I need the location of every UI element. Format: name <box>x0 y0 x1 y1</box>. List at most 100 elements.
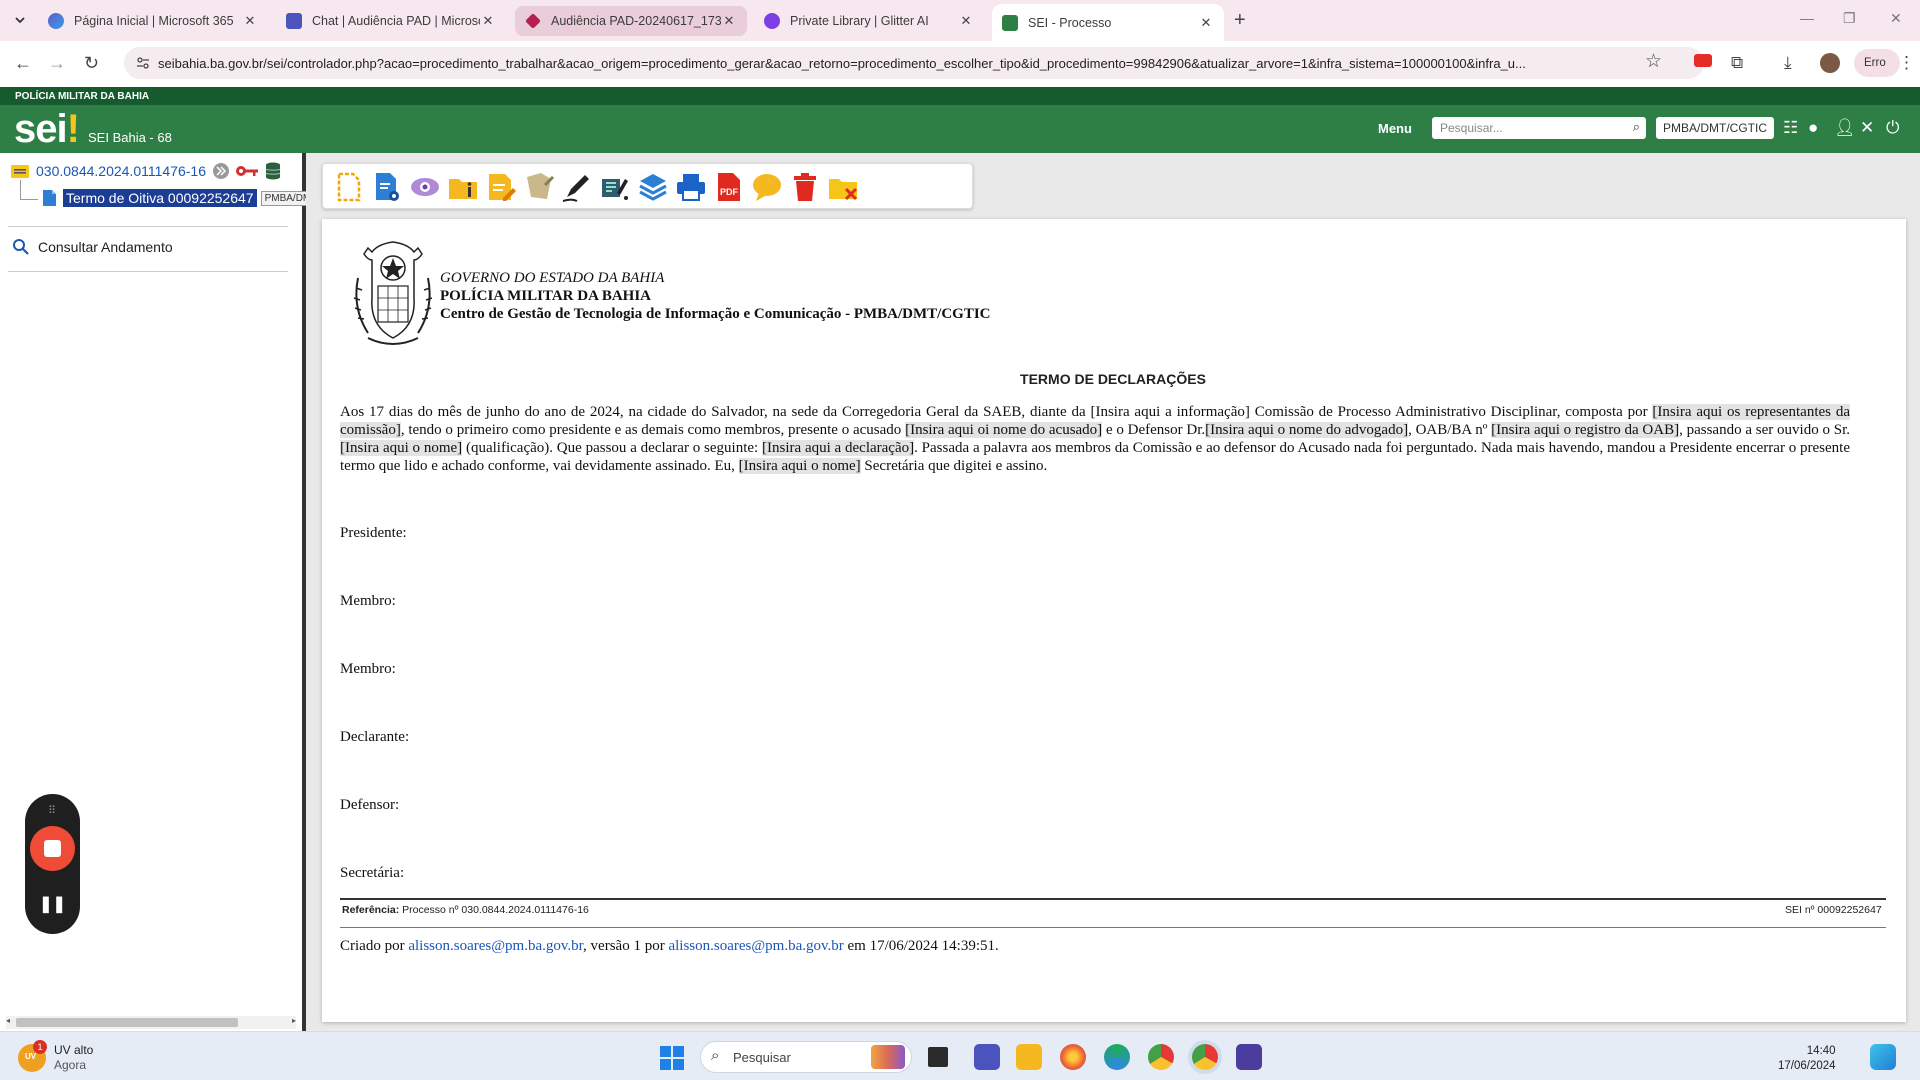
power-icon[interactable]: ⏻ <box>1886 118 1899 138</box>
windows-start-icon[interactable] <box>660 1046 684 1070</box>
signature-pen-icon[interactable] <box>561 171 593 203</box>
notification-badge: 1 <box>33 1040 47 1054</box>
minimize-icon[interactable]: — <box>1800 10 1814 26</box>
chrome-icon[interactable] <box>1148 1044 1174 1070</box>
close-folder-icon[interactable] <box>827 171 859 203</box>
url-text: seibahia.ba.gov.br/sei/controlador.php?a… <box>158 55 1526 71</box>
copilot-icon[interactable] <box>1870 1044 1896 1070</box>
new-document-icon[interactable] <box>333 171 365 203</box>
close-window-icon[interactable]: ✕ <box>1890 10 1902 27</box>
browser-tab-microsoft365[interactable]: Página Inicial | Microsoft 365 ✕ <box>38 6 268 36</box>
placeholder-field[interactable]: [Insira aqui oi nome do acusado] <box>905 422 1103 438</box>
document-title: TERMO DE DECLARAÇÕES <box>1020 371 1206 387</box>
tree-connector <box>20 199 38 200</box>
tab-search-button[interactable] <box>8 8 32 32</box>
placeholder-field[interactable]: [Insira aqui a declaração] <box>762 440 915 456</box>
forward-process-icon[interactable] <box>212 162 230 180</box>
close-tab-icon[interactable]: ✕ <box>958 13 974 29</box>
edit-document-icon[interactable] <box>485 171 517 203</box>
search-icon[interactable]: ⌕ <box>1633 119 1640 135</box>
taskbar-search-box[interactable]: ⌕ Pesquisar <box>700 1041 912 1073</box>
youtube-extension-icon[interactable] <box>1694 54 1712 67</box>
authenticate-icon[interactable] <box>599 171 631 203</box>
browser-tab-sei-processo[interactable]: SEI - Processo ✕ <box>992 4 1224 41</box>
header-police: POLÍCIA MILITAR DA BAHIA <box>440 288 652 304</box>
app-icon[interactable] <box>1236 1044 1262 1070</box>
document-label[interactable]: Termo de Oitiva 00092252647 <box>63 189 257 207</box>
view-eye-icon[interactable] <box>409 171 441 203</box>
weather-widget[interactable]: UV 1 UV alto Agora <box>18 1040 93 1073</box>
site-settings-icon[interactable] <box>136 56 150 70</box>
edge-icon[interactable] <box>1104 1044 1130 1070</box>
task-view-icon[interactable] <box>928 1047 948 1067</box>
comment-icon[interactable] <box>751 171 783 203</box>
document-settings-icon[interactable] <box>371 171 403 203</box>
browser-tab-teams-chat[interactable]: Chat | Audiência PAD | Microsof ✕ <box>276 6 506 36</box>
notice-icon[interactable]: ● <box>1808 118 1818 138</box>
download-icon[interactable]: ⤓ <box>1784 53 1792 73</box>
tab-title: Chat | Audiência PAD | Microsof <box>312 14 480 28</box>
close-tab-icon[interactable]: ✕ <box>1198 15 1214 31</box>
layers-icon[interactable] <box>637 171 669 203</box>
close-tab-icon[interactable]: ✕ <box>480 13 496 29</box>
sei-search-input[interactable]: Pesquisar... ⌕ <box>1432 117 1646 139</box>
reference-line: Referência: Processo nº 030.0844.2024.01… <box>342 904 589 916</box>
scroll-right-icon[interactable]: ▸ <box>292 1016 296 1025</box>
bahia-coat-of-arms-emblem <box>353 241 433 345</box>
sei-logo[interactable]: sei! <box>14 107 80 152</box>
sign-seal-icon[interactable] <box>523 171 555 203</box>
browser-tab-audiencia[interactable]: Audiência PAD-20240617_1737 ✕ <box>515 6 747 36</box>
close-tab-icon[interactable]: ✕ <box>242 13 258 29</box>
placeholder-field[interactable]: [Insira aqui o nome do advogado] <box>1205 422 1409 438</box>
browser-menu-icon[interactable]: ⋮ <box>1898 53 1915 73</box>
restore-icon[interactable]: ❐ <box>1843 10 1856 27</box>
new-tab-button[interactable]: + <box>1234 9 1246 32</box>
signature-line-member: Membro: <box>340 661 396 677</box>
creator-email-link[interactable]: alisson.soares@pm.ba.gov.br <box>408 938 583 954</box>
chrome-active-icon[interactable] <box>1192 1044 1218 1070</box>
teams-icon <box>286 13 302 29</box>
process-node[interactable]: 030.0844.2024.0111476-16 <box>10 162 281 180</box>
process-number-link[interactable]: 030.0844.2024.0111476-16 <box>36 163 206 179</box>
list-view-icon[interactable]: ☷ <box>1783 118 1798 138</box>
access-key-icon[interactable] <box>235 164 259 178</box>
body-text: (qualificação). Que passou a declarar o … <box>462 440 762 456</box>
tools-icon[interactable]: ✕ <box>1860 118 1874 138</box>
database-icon[interactable] <box>265 162 281 180</box>
version-author-email-link[interactable]: alisson.soares@pm.ba.gov.br <box>668 938 843 954</box>
delete-trash-icon[interactable] <box>789 171 821 203</box>
browser-tab-glitter[interactable]: Private Library | Glitter AI ✕ <box>754 6 984 36</box>
pdf-icon[interactable]: PDF <box>713 171 745 203</box>
back-icon[interactable]: ← <box>14 53 32 74</box>
file-explorer-icon[interactable] <box>1016 1044 1042 1070</box>
consult-andamento-link[interactable]: Consultar Andamento <box>12 238 173 256</box>
placeholder-field[interactable]: [Insira aqui o nome] <box>340 440 463 456</box>
system-name: SEI Bahia - 68 <box>88 130 172 145</box>
placeholder-field[interactable]: [Insira aqui o registro da OAB] <box>1491 422 1680 438</box>
system-clock[interactable]: 14:40 17/06/2024 <box>1778 1044 1836 1074</box>
close-tab-icon[interactable]: ✕ <box>721 13 737 29</box>
stop-recording-button[interactable] <box>30 826 75 871</box>
divider <box>8 226 288 227</box>
menu-button[interactable]: Menu <box>1378 121 1412 136</box>
profile-error-badge[interactable]: Erro <box>1854 49 1900 77</box>
placeholder-field[interactable]: [Insira aqui o nome] <box>738 458 861 474</box>
document-node[interactable]: Termo de Oitiva 00092252647 PMBA/DM <box>42 189 316 207</box>
address-bar[interactable]: seibahia.ba.gov.br/sei/controlador.php?a… <box>124 47 1704 79</box>
reload-icon[interactable]: ↻ <box>84 53 99 74</box>
user-icon[interactable]: 👤︎ <box>1834 118 1856 138</box>
teams-taskbar-icon[interactable] <box>974 1044 1000 1070</box>
scroll-left-icon[interactable]: ◂ <box>6 1016 10 1025</box>
pause-recording-button[interactable]: ❚❚ <box>25 894 80 914</box>
drag-handle-icon[interactable]: ⠿ <box>25 804 80 817</box>
folder-info-icon[interactable] <box>447 171 479 203</box>
extensions-icon[interactable]: ⧉ <box>1731 53 1743 73</box>
forward-icon[interactable]: → <box>48 53 66 74</box>
bookmark-star-icon[interactable]: ☆ <box>1645 50 1662 73</box>
firefox-icon[interactable] <box>1060 1044 1086 1070</box>
scrollbar-thumb[interactable] <box>16 1018 238 1027</box>
unit-selector[interactable]: PMBA/DMT/CGTIC <box>1656 117 1774 139</box>
profile-avatar[interactable] <box>1820 53 1840 73</box>
horizontal-scrollbar[interactable]: ◂ ▸ <box>6 1016 296 1029</box>
print-icon[interactable] <box>675 171 707 203</box>
